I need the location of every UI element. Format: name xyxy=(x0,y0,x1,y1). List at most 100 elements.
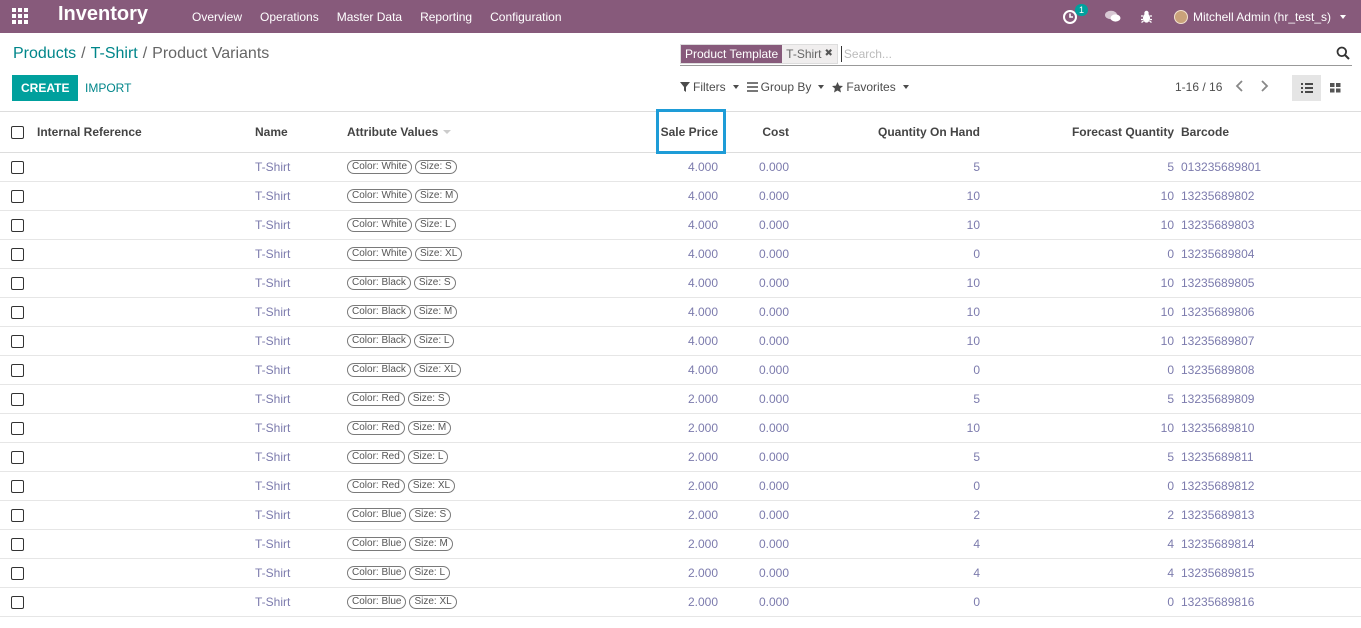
table-row[interactable]: T-Shirt Color: Red Size: XL 2.000 0.000 0 0 132… xyxy=(0,472,1361,501)
header-barcode[interactable]: Barcode xyxy=(1181,112,1229,152)
row-checkbox[interactable] xyxy=(11,595,24,609)
cell-name[interactable]: T-Shirt xyxy=(255,211,290,239)
row-checkbox[interactable] xyxy=(11,392,24,406)
cell-forecast-quantity: 4 xyxy=(1167,537,1174,551)
search-icon[interactable] xyxy=(1336,46,1352,62)
row-checkbox[interactable] xyxy=(11,160,24,174)
header-sale-price[interactable]: Sale Price xyxy=(640,112,718,152)
cell-forecast-quantity: 5 xyxy=(1167,392,1174,406)
table-row[interactable]: T-Shirt Color: Black Size: XL 4.000 0.000 0 0 1… xyxy=(0,356,1361,385)
cell-quantity-on-hand: 10 xyxy=(966,218,980,232)
header-forecast-quantity[interactable]: Forecast Quantity xyxy=(990,112,1174,152)
header-name[interactable]: Name xyxy=(255,112,288,152)
cell-name[interactable]: T-Shirt xyxy=(255,298,290,326)
cell-name[interactable]: T-Shirt xyxy=(255,530,290,558)
table-row[interactable]: T-Shirt Color: Blue Size: XL 2.000 0.000 0 0 13… xyxy=(0,588,1361,617)
select-all-checkbox[interactable] xyxy=(11,125,24,139)
cell-attribute-values: Color: Red Size: S xyxy=(347,385,453,413)
cell-name[interactable]: T-Shirt xyxy=(255,472,290,500)
cell-forecast-quantity: 10 xyxy=(1160,218,1174,232)
table-row[interactable]: T-Shirt Color: White Size: S 4.000 0.000 5 5 01… xyxy=(0,153,1361,182)
table-row[interactable]: T-Shirt Color: Red Size: M 2.000 0.000 10 10 13… xyxy=(0,414,1361,443)
header-cost[interactable]: Cost xyxy=(720,112,789,152)
row-checkbox[interactable] xyxy=(11,218,24,232)
attribute-tag-size: Size: M xyxy=(409,537,453,551)
list-view-button[interactable] xyxy=(1292,75,1321,101)
cell-name[interactable]: T-Shirt xyxy=(255,356,290,384)
apps-menu-icon[interactable] xyxy=(12,8,30,24)
cell-attribute-values: Color: Blue Size: M xyxy=(347,530,456,558)
breadcrumb-products[interactable]: Products xyxy=(13,45,76,63)
user-avatar[interactable] xyxy=(1173,9,1188,24)
menu-master-data[interactable]: Master Data xyxy=(328,10,411,24)
cell-name[interactable]: T-Shirt xyxy=(255,153,290,181)
table-row[interactable]: T-Shirt Color: Black Size: S 4.000 0.000 10 10… xyxy=(0,269,1361,298)
cell-forecast-quantity: 10 xyxy=(1160,305,1174,319)
chat-icon[interactable] xyxy=(1103,7,1123,27)
cell-name[interactable]: T-Shirt xyxy=(255,327,290,355)
group-by-dropdown[interactable]: Group By xyxy=(746,80,825,94)
activity-clock-icon[interactable]: 1 xyxy=(1060,3,1088,27)
user-name[interactable]: Mitchell Admin (hr_test_s) xyxy=(1193,10,1331,24)
import-button[interactable]: IMPORT xyxy=(78,75,138,101)
attribute-tag-color: Color: Red xyxy=(347,450,405,464)
cell-name[interactable]: T-Shirt xyxy=(255,414,290,442)
menu-operations[interactable]: Operations xyxy=(251,10,328,24)
row-select-cell xyxy=(11,443,24,471)
menu-overview[interactable]: Overview xyxy=(183,10,251,24)
table-row[interactable]: T-Shirt Color: Red Size: L 2.000 0.000 5 5 1323… xyxy=(0,443,1361,472)
row-checkbox[interactable] xyxy=(11,508,24,522)
create-button[interactable]: CREATE xyxy=(12,75,79,101)
table-row[interactable]: T-Shirt Color: White Size: L 4.000 0.000 10 10… xyxy=(0,211,1361,240)
cell-quantity-on-hand: 10 xyxy=(966,276,980,290)
pager-previous-icon[interactable] xyxy=(1234,79,1250,95)
table-row[interactable]: T-Shirt Color: Blue Size: S 2.000 0.000 2 2 132… xyxy=(0,501,1361,530)
pager-value[interactable]: 1-16 / 16 xyxy=(1175,80,1222,94)
table-row[interactable]: T-Shirt Color: White Size: M 4.000 0.000 10 10… xyxy=(0,182,1361,211)
header-internal-reference[interactable]: Internal Reference xyxy=(37,112,142,152)
menu-configuration[interactable]: Configuration xyxy=(481,10,570,24)
cell-name[interactable]: T-Shirt xyxy=(255,588,290,616)
attribute-tag-color: Color: White xyxy=(347,160,413,174)
cell-name[interactable]: T-Shirt xyxy=(255,182,290,210)
user-menu-caret-icon[interactable] xyxy=(1340,14,1346,19)
pager-next-icon[interactable] xyxy=(1258,79,1274,95)
table-row[interactable]: T-Shirt Color: Black Size: L 4.000 0.000 10 10… xyxy=(0,327,1361,356)
favorites-dropdown[interactable]: Favorites xyxy=(832,80,909,94)
cell-attribute-values: Color: Black Size: M xyxy=(347,298,460,326)
cell-cost: 0.000 xyxy=(758,276,789,290)
facet-remove-icon[interactable]: ✖ xyxy=(825,45,833,63)
row-checkbox[interactable] xyxy=(11,363,24,377)
cell-name[interactable]: T-Shirt xyxy=(255,269,290,297)
cell-name[interactable]: T-Shirt xyxy=(255,559,290,587)
row-checkbox[interactable] xyxy=(11,450,24,464)
table-row[interactable]: T-Shirt Color: Black Size: M 4.000 0.000 10 10… xyxy=(0,298,1361,327)
row-checkbox[interactable] xyxy=(11,334,24,348)
table-row[interactable]: T-Shirt Color: Red Size: S 2.000 0.000 5 5 1323… xyxy=(0,385,1361,414)
debug-bug-icon[interactable] xyxy=(1137,7,1157,27)
table-row[interactable]: T-Shirt Color: White Size: XL 4.000 0.000 0 0 1… xyxy=(0,240,1361,269)
filters-dropdown[interactable]: Filters xyxy=(680,80,739,94)
row-checkbox[interactable] xyxy=(11,421,24,435)
row-checkbox[interactable] xyxy=(11,247,24,261)
kanban-view-button[interactable] xyxy=(1321,75,1350,101)
search-input[interactable] xyxy=(840,46,1336,62)
table-row[interactable]: T-Shirt Color: Blue Size: M 2.000 0.000 4 4 132… xyxy=(0,530,1361,559)
row-checkbox[interactable] xyxy=(11,566,24,580)
cell-name[interactable]: T-Shirt xyxy=(255,385,290,413)
row-checkbox[interactable] xyxy=(11,479,24,493)
cell-forecast-quantity: 0 xyxy=(1167,479,1174,493)
table-row[interactable]: T-Shirt Color: Blue Size: L 2.000 0.000 4 4 132… xyxy=(0,559,1361,588)
cell-name[interactable]: T-Shirt xyxy=(255,501,290,529)
header-quantity-on-hand[interactable]: Quantity On Hand xyxy=(800,112,980,152)
cell-name[interactable]: T-Shirt xyxy=(255,240,290,268)
menu-reporting[interactable]: Reporting xyxy=(411,10,481,24)
breadcrumb-tshirt[interactable]: T-Shirt xyxy=(91,45,138,63)
cell-name[interactable]: T-Shirt xyxy=(255,443,290,471)
row-checkbox[interactable] xyxy=(11,189,24,203)
header-attribute-values[interactable]: Attribute Values xyxy=(347,112,452,152)
row-checkbox[interactable] xyxy=(11,537,24,551)
cell-quantity-on-hand: 4 xyxy=(973,537,980,551)
row-checkbox[interactable] xyxy=(11,276,24,290)
row-checkbox[interactable] xyxy=(11,305,24,319)
